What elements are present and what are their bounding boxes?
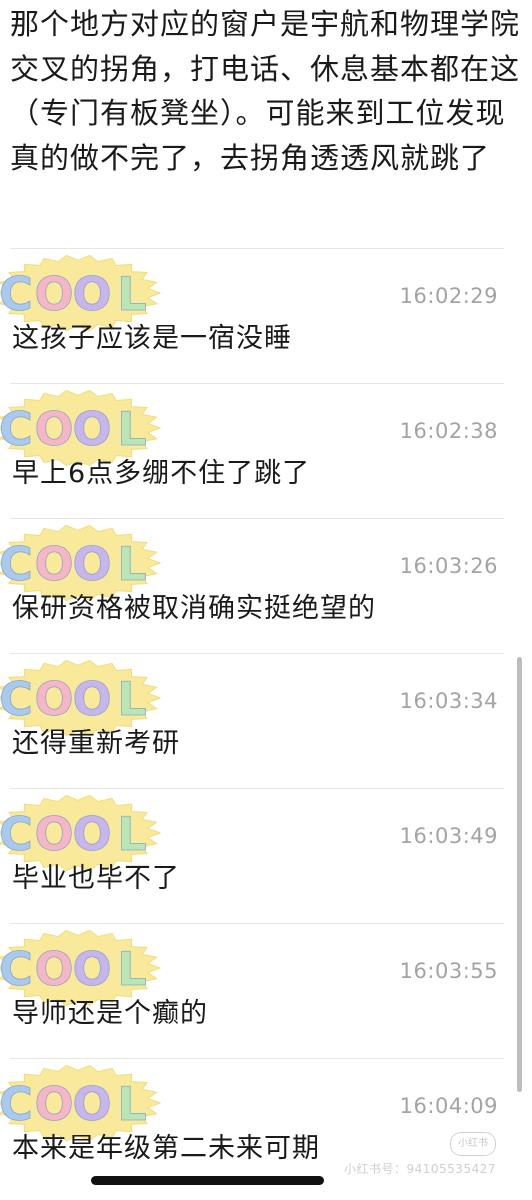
message-text: 本来是年级第二未来可期 (12, 1133, 320, 1164)
intro-message-text: 那个地方对应的窗户是宇航和物理学院交叉的拐角，打电话、休息基本都在这（专门有板凳… (10, 7, 521, 175)
sticker-letter: O (34, 402, 73, 456)
sticker-letter: O (72, 537, 111, 591)
sticker-letter: L (117, 807, 146, 861)
message-timestamp: 16:02:38 (399, 419, 498, 443)
scrollbar[interactable] (517, 657, 522, 1092)
sticker-letter: L (117, 672, 146, 726)
message-item[interactable]: C O O L 16:03:49 毕业也毕不了 (0, 788, 532, 923)
message-text: 这孩子应该是一宿没睡 (12, 323, 292, 354)
message-text: 保研资格被取消确实挺绝望的 (12, 593, 376, 624)
home-indicator[interactable] (91, 1176, 324, 1185)
message-divider (10, 923, 504, 924)
message-divider (10, 653, 504, 654)
message-divider (10, 788, 504, 789)
message-timestamp: 16:03:26 (399, 554, 498, 578)
message-timestamp: 16:03:49 (399, 824, 498, 848)
sticker-letter: O (34, 672, 73, 726)
sticker-letter: C (0, 402, 33, 456)
sticker-letter: C (0, 267, 33, 321)
message-item[interactable]: C O O L 16:03:34 还得重新考研 (0, 653, 532, 788)
message-timestamp: 16:03:55 (399, 959, 498, 983)
message-divider (10, 1058, 504, 1059)
message-divider (10, 248, 504, 249)
sticker-letter: O (34, 807, 73, 861)
sticker-letter: L (117, 1077, 146, 1131)
message-divider (10, 518, 504, 519)
sticker-letter: O (72, 807, 111, 861)
sticker-letter: O (72, 402, 111, 456)
sticker-letter: L (117, 402, 146, 456)
sticker-letter: C (0, 672, 33, 726)
message-item[interactable]: C O O L 16:03:26 保研资格被取消确实挺绝望的 (0, 518, 532, 653)
sticker-letter: O (34, 537, 73, 591)
sticker-letter: O (72, 672, 111, 726)
message-item[interactable]: C O O L 16:02:29 这孩子应该是一宿没睡 (0, 248, 532, 383)
message-text: 导师还是个癫的 (12, 998, 208, 1029)
sticker-letter: O (34, 942, 73, 996)
message-divider (10, 383, 504, 384)
sticker-letter: L (117, 537, 146, 591)
message-text: 早上6点多绷不住了跳了 (12, 458, 311, 489)
sticker-letter: O (34, 267, 73, 321)
message-item[interactable]: C O O L 16:03:55 导师还是个癫的 (0, 923, 532, 1058)
sticker-letter: O (72, 942, 111, 996)
watermark-logo: 小红书 (450, 1132, 496, 1156)
message-item[interactable]: C O O L 16:02:38 早上6点多绷不住了跳了 (0, 383, 532, 518)
message-timestamp: 16:04:09 (399, 1094, 498, 1118)
message-timestamp: 16:03:34 (399, 689, 498, 713)
sticker-letter: C (0, 537, 33, 591)
message-text: 毕业也毕不了 (12, 863, 180, 894)
sticker-letter: C (0, 1077, 33, 1131)
sticker-letter: L (117, 267, 146, 321)
message-text: 还得重新考研 (12, 728, 180, 759)
sticker-letter: O (72, 1077, 111, 1131)
message-timestamp: 16:02:29 (399, 284, 498, 308)
sticker-letter: C (0, 942, 33, 996)
sticker-letter: O (72, 267, 111, 321)
sticker-letter: O (34, 1077, 73, 1131)
sticker-letter: C (0, 807, 33, 861)
sticker-letter: L (117, 942, 146, 996)
watermark-text: 小红书号：94105535427 (344, 1162, 496, 1176)
